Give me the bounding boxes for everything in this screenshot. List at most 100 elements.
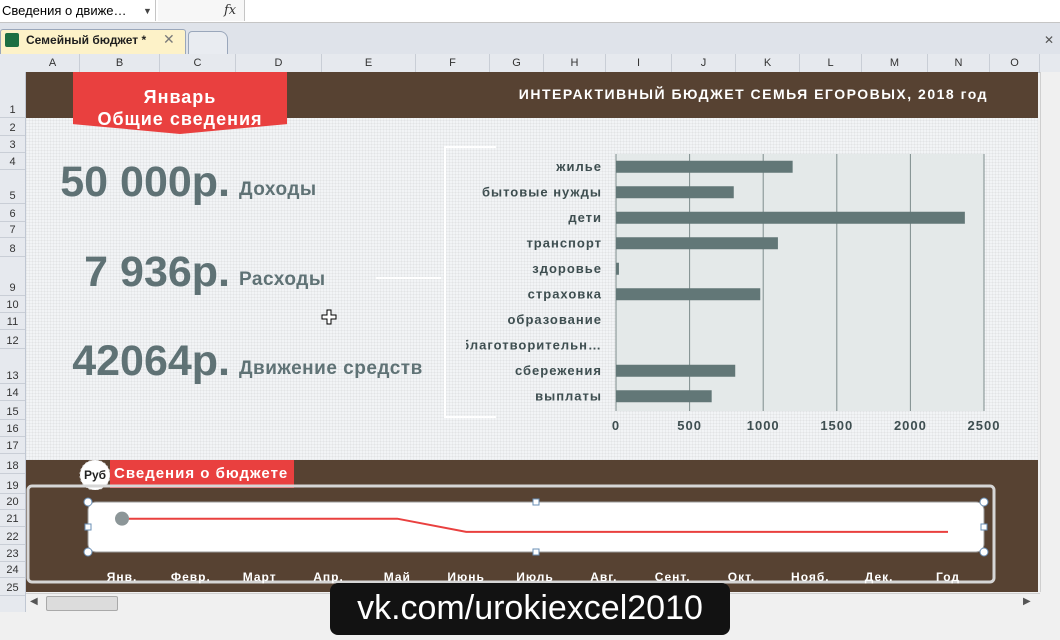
column-header[interactable]: E [322, 54, 416, 72]
chevron-down-icon[interactable]: ▼ [143, 0, 152, 22]
x-tick-label: 1500 [820, 418, 853, 433]
category-label: благотворительн… [466, 337, 602, 352]
row-header[interactable]: 23 [0, 545, 25, 562]
column-header[interactable]: N [928, 54, 990, 72]
resize-handle [532, 498, 540, 506]
bar [616, 211, 965, 224]
column-header[interactable]: G [490, 54, 544, 72]
bar [616, 288, 761, 301]
column-header[interactable]: A [26, 54, 80, 72]
month-label: Март [243, 570, 277, 584]
row-header[interactable]: 10 [0, 296, 25, 313]
month-label: Нояб. [791, 570, 830, 584]
row-header[interactable]: 12 [0, 330, 25, 349]
connector-line [376, 277, 441, 279]
month-label: Окт. [728, 570, 756, 584]
row-header[interactable]: 14 [0, 384, 25, 401]
column-header[interactable]: M [862, 54, 928, 72]
row-header[interactable]: 13 [0, 349, 25, 384]
category-label: жилье [555, 159, 602, 174]
vertical-scrollbar[interactable] [1040, 72, 1060, 592]
month-label: Год [936, 570, 960, 584]
watermark: vk.com/urokiexcel2010 [330, 583, 730, 635]
monthly-line-chart[interactable]: Янв. Февр. Март Апр. Май Июнь Июль Авг. Сент. Окт… [26, 484, 1038, 592]
row-header[interactable]: 21 [0, 510, 25, 527]
month-label: Январь [143, 87, 217, 107]
new-tab-button[interactable] [188, 31, 228, 54]
category-label: страховка [528, 286, 602, 301]
category-label: выплаты [535, 388, 602, 403]
bar [616, 160, 793, 173]
expenses-bar-chart[interactable]: жилье бытовые нужды дети транспорт здоровье с… [466, 142, 1026, 442]
category-label: бытовые нужды [482, 184, 602, 199]
row-header[interactable]: 22 [0, 527, 25, 545]
column-header[interactable]: L [800, 54, 862, 72]
income-label: Доходы [239, 179, 317, 200]
row-header[interactable]: 15 [0, 401, 25, 420]
row-header[interactable]: 16 [0, 420, 25, 437]
bar [616, 364, 736, 377]
scroll-left-icon[interactable]: ◀ [30, 596, 38, 607]
column-header[interactable]: H [544, 54, 606, 72]
bar [616, 186, 734, 199]
ruble-badge-label: Руб [84, 468, 106, 482]
row-header[interactable]: 6 [0, 204, 25, 222]
close-window-icon[interactable]: ✕ [1044, 33, 1054, 47]
row-header[interactable]: 9 [0, 257, 25, 296]
resize-handle [84, 523, 92, 531]
row-header[interactable]: 17 [0, 437, 25, 454]
month-label: Сент. [655, 570, 691, 584]
category-label: дети [568, 210, 602, 225]
line-plot-area [87, 501, 985, 553]
resize-handle [83, 547, 93, 557]
close-tab-icon[interactable]: ✕ [163, 31, 175, 48]
cross-cursor-icon [321, 309, 337, 325]
row-header[interactable]: 1 [0, 72, 25, 118]
row-header[interactable]: 19 [0, 474, 25, 494]
scroll-right-icon[interactable]: ▶ [1023, 596, 1031, 607]
category-label: сбережения [515, 363, 602, 378]
x-tick-label: 2000 [894, 418, 927, 433]
column-header[interactable]: I [606, 54, 672, 72]
column-header[interactable]: O [990, 54, 1040, 72]
cashflow-value: 42064р. [72, 337, 230, 385]
x-tick-label: 1000 [747, 418, 780, 433]
row-header[interactable]: 11 [0, 313, 25, 330]
row-header[interactable]: 24 [0, 562, 25, 578]
row-header[interactable]: 2 [0, 118, 25, 136]
x-tick-label: 2500 [968, 418, 1001, 433]
column-header[interactable]: B [80, 54, 160, 72]
bar [616, 237, 778, 250]
row-header[interactable]: 20 [0, 494, 25, 510]
dashboard-title: ИНТЕРАКТИВНЫЙ БЮДЖЕТ СЕМЬЯ ЕГОРОВЫХ, 201… [518, 86, 988, 102]
row-header[interactable]: 7 [0, 222, 25, 238]
month-label: Май [384, 570, 411, 584]
resize-handle [980, 523, 988, 531]
horizontal-scroll-thumb[interactable] [46, 596, 118, 611]
name-box[interactable]: Сведения о движе… [0, 0, 156, 21]
row-header[interactable]: 8 [0, 238, 25, 257]
month-label: Апр. [313, 570, 344, 584]
column-header[interactable]: F [416, 54, 490, 72]
month-label: Дек. [865, 570, 894, 584]
category-label: здоровье [532, 261, 602, 276]
column-header[interactable]: D [236, 54, 322, 72]
x-tick-label: 0 [612, 418, 620, 433]
row-header[interactable]: 18 [0, 454, 25, 474]
income-value: 50 000р. [60, 158, 230, 206]
column-header[interactable]: K [736, 54, 800, 72]
resize-handle [979, 547, 989, 557]
insert-function-icon[interactable]: fx [224, 0, 236, 21]
row-header[interactable]: 25 [0, 578, 25, 596]
cashflow-label: Движение средств [239, 358, 423, 379]
row-header[interactable]: 3 [0, 136, 25, 153]
month-label: Авг. [590, 570, 617, 584]
row-header[interactable]: 5 [0, 170, 25, 204]
first-point-marker [115, 511, 129, 526]
month-label: Июнь [447, 570, 485, 584]
row-header[interactable]: 4 [0, 153, 25, 170]
resize-handle [532, 548, 540, 556]
column-header[interactable]: C [160, 54, 236, 72]
column-header[interactable]: J [672, 54, 736, 72]
month-label: Февр. [171, 570, 211, 584]
